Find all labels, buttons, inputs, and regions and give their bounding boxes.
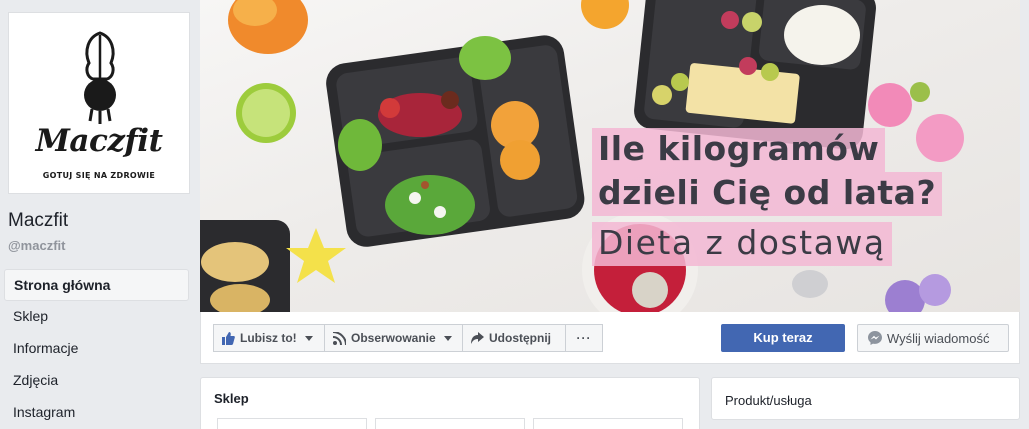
rss-icon xyxy=(333,331,346,345)
share-arrow-icon xyxy=(471,332,484,344)
profile-picture[interactable]: Maczfit GOTUJ SIĘ NA ZDROWIE xyxy=(8,12,190,194)
more-options-button[interactable]: ··· xyxy=(565,324,603,352)
product-card[interactable] xyxy=(533,418,683,429)
page-title[interactable]: Maczfit xyxy=(8,210,68,232)
nav-item-photos[interactable]: Zdjęcia xyxy=(4,365,189,397)
product-card[interactable] xyxy=(375,418,525,429)
page-handle[interactable]: @maczfit xyxy=(8,238,65,253)
shop-panel-title[interactable]: Sklep xyxy=(214,391,249,406)
chevron-down-icon xyxy=(304,335,313,341)
page-nav: Strona główna Sklep Informacje Zdjęcia I… xyxy=(4,269,189,429)
scrollbar[interactable] xyxy=(1020,0,1029,429)
radish-logo-icon xyxy=(84,31,116,124)
cover-headline-line2: dzieli Cię od lata? xyxy=(592,172,943,216)
product-card[interactable] xyxy=(217,418,367,429)
cover-photo[interactable]: Ile kilogramów dzieli Cię od lata? Dieta… xyxy=(200,0,1020,312)
nav-item-about[interactable]: Informacje xyxy=(4,333,189,365)
category-panel: Produkt/usługa xyxy=(711,377,1020,420)
follow-label: Obserwowanie xyxy=(351,331,436,345)
chevron-down-icon xyxy=(443,335,452,341)
like-label: Lubisz to! xyxy=(240,331,297,345)
nav-item-home[interactable]: Strona główna xyxy=(4,269,189,301)
follow-button[interactable]: Obserwowanie xyxy=(324,324,463,352)
share-button[interactable]: Udostępnij xyxy=(462,324,566,352)
page-action-bar: Lubisz to! Obserwowanie Udostępnij ··· K… xyxy=(200,312,1020,364)
logo-wordmark: Maczfit xyxy=(35,123,163,159)
ellipsis-icon: ··· xyxy=(576,331,592,345)
shop-panel: Sklep xyxy=(200,377,700,429)
shop-now-button[interactable]: Kup teraz xyxy=(721,324,845,352)
messenger-icon xyxy=(868,331,882,345)
cover-headline-line1: Ile kilogramów xyxy=(592,128,886,172)
cover-subline: Dieta z dostawą xyxy=(592,222,892,266)
page-category[interactable]: Produkt/usługa xyxy=(725,393,812,408)
nav-item-instagram[interactable]: Instagram xyxy=(4,397,189,429)
send-message-label: Wyślij wiadomość xyxy=(887,330,990,346)
nav-item-shop[interactable]: Sklep xyxy=(4,301,189,333)
left-column: Maczfit GOTUJ SIĘ NA ZDROWIE Maczfit @ma… xyxy=(0,0,200,429)
share-label: Udostępnij xyxy=(489,331,551,345)
logo-tagline: GOTUJ SIĘ NA ZDROWIE xyxy=(42,171,156,180)
thumbs-up-icon xyxy=(222,331,235,345)
like-button[interactable]: Lubisz to! xyxy=(213,324,325,352)
send-message-button[interactable]: Wyślij wiadomość xyxy=(857,324,1009,352)
